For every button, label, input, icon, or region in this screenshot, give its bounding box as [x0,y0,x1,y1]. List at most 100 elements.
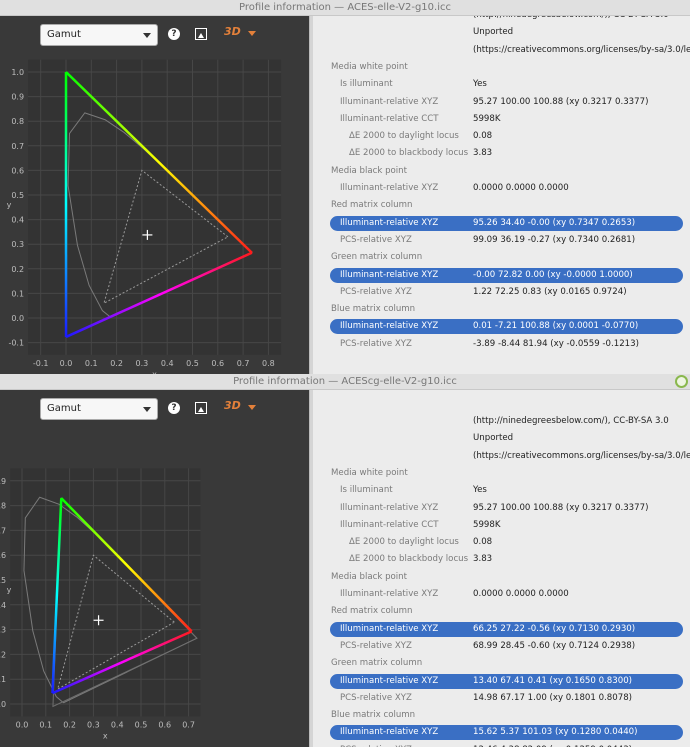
info-row[interactable]: Illuminant-relative XYZ -0.00 72.82 0.00 … [313,267,690,284]
info-value: 0.0000 0.0000 0.0000 [473,183,569,193]
info-key: Blue matrix column [331,304,416,315]
info-row[interactable]: Blue matrix column [313,707,690,724]
window-title: Profile information — ACES-elle-V2-g10.i… [239,2,451,13]
x-tick-label: 0.0 [60,359,73,368]
x-tick-label: 0.6 [211,359,224,368]
info-row[interactable]: Illuminant-relative XYZ 95.27 100.00 100.… [313,94,690,111]
info-row[interactable]: (http://ninedegreesbelow.com/), CC-BY-SA… [313,413,690,430]
info-value: 0.08 [473,537,493,548]
y-tick-label: 0.7 [0,526,6,535]
info-row[interactable]: PCS-relative XYZ -3.89 -8.44 81.94 (xy -0… [313,336,690,353]
info-row[interactable]: Illuminant-relative XYZ 66.25 27.22 -0.56… [313,621,690,638]
info-row[interactable]: (https://creativecommons.org/licenses/by… [313,448,690,465]
info-row[interactable]: ΔE 2000 to daylight locus 0.08 [313,128,690,145]
info-value: (https://creativecommons.org/licenses/by… [473,44,690,55]
x-tick-label: 0.2 [110,359,123,368]
info-row[interactable]: Red matrix column [313,603,690,620]
info-key: Illuminant-relative XYZ [340,623,439,634]
x-axis-label: x [103,731,108,740]
y-tick-label: 0.0 [0,700,6,709]
y-tick-label: 0.3 [0,626,6,635]
info-row[interactable]: Illuminant-relative XYZ 13.40 67.41 0.41 … [313,673,690,690]
info-row[interactable]: Illuminant-relative XYZ 0.01 -7.21 100.88… [313,318,690,335]
info-key: Illuminant-relative XYZ [340,675,439,686]
info-value: 0.0000 0.0000 0.0000 [473,589,569,599]
gamut-panel: Gamut? 3D -0.1 0.0 0.1 0.2 0.3 0.4 0.5 0.6 0.7 0.8 1… [0,16,309,374]
info-value: 95.27 100.00 100.88 (xy 0.3217 0.3377) [473,502,649,513]
x-tick-label: 0.6 [158,720,171,729]
info-key: Blue matrix column [331,710,416,721]
y-tick-label: 0.3 [11,240,24,249]
x-tick-label: -0.1 [33,359,49,368]
info-value: Unported [473,433,514,444]
y-tick-label: 0.2 [11,265,24,274]
info-row[interactable]: ΔE 2000 to blackbody locus 3.83 [313,551,690,568]
info-row[interactable]: PCS-relative XYZ 99.09 36.19 -0.27 (xy 0.… [313,232,690,249]
info-key: Red matrix column [331,606,413,617]
info-row[interactable]: PCS-relative XYZ 12.46 4.38 82.09 (xy 0.1… [313,742,690,747]
window-control-icon[interactable] [675,375,688,388]
info-row[interactable]: Illuminant-relative CCT 5998K [313,517,690,534]
info-value: (https://creativecommons.org/licenses/by… [473,450,690,461]
info-key: Media black point [331,165,408,176]
window-titlebar[interactable]: Profile information — ACES-elle-V2-g10.i… [0,0,690,16]
info-value: 1.22 72.25 0.83 (xy 0.0165 0.9724) [473,286,627,297]
info-row[interactable]: Illuminant-relative XYZ 15.62 5.37 101.03… [313,724,690,741]
y-tick-label: 0.8 [0,502,6,511]
info-row[interactable]: Blue matrix column [313,301,690,318]
info-key: PCS-relative XYZ [340,742,412,747]
info-value: -0.00 72.82 0.00 (xy -0.0000 1.0000) [473,269,633,280]
info-row[interactable]: Illuminant-relative XYZ 95.26 34.40 -0.00… [313,215,690,232]
y-tick-label: 0.2 [0,650,6,659]
info-row[interactable]: Illuminant-relative XYZ 0.0000 0.0000 0.0… [313,180,690,197]
info-key: Illuminant-relative XYZ [340,502,439,513]
info-key: Is illuminant [340,485,393,496]
info-row[interactable]: Media black point [313,163,690,180]
info-row[interactable]: PCS-relative XYZ 1.22 72.25 0.83 (xy 0.01… [313,284,690,301]
profile-info-panel[interactable]: (http://ninedegreesbelow.com/), CC-BY-SA… [313,390,690,747]
info-row[interactable]: Is illuminant Yes [313,482,690,499]
profile-window-2: Profile information — ACEScg-elle-V2-g10… [0,374,690,747]
info-value: (http://ninedegreesbelow.com/), CC-BY-SA… [473,16,669,24]
info-row[interactable]: PCS-relative XYZ 68.99 28.45 -0.60 (xy 0.… [313,638,690,655]
profile-info-panel[interactable]: (http://ninedegreesbelow.com/), CC-BY-SA… [313,16,690,374]
window-titlebar[interactable]: Profile information — ACEScg-elle-V2-g10… [0,374,690,390]
info-key: Illuminant-relative CCT [340,113,439,124]
info-row[interactable]: ΔE 2000 to blackbody locus 3.83 [313,145,690,162]
info-row[interactable]: Media black point [313,569,690,586]
x-tick-label: 0.0 [16,720,29,729]
info-value: Unported [473,27,514,38]
info-row[interactable]: (https://creativecommons.org/licenses/by… [313,42,690,59]
x-tick-label: 0.1 [85,359,98,368]
info-row[interactable]: Illuminant-relative XYZ 0.0000 0.0000 0.0… [313,586,690,603]
info-value: -3.89 -8.44 81.94 (xy -0.0559 -0.1213) [473,338,639,349]
info-value: 12.46 4.38 82.09 (xy 0.1259 0.0443) [473,742,632,747]
info-row[interactable]: Green matrix column [313,249,690,266]
info-key: PCS-relative XYZ [340,338,412,349]
window-title: Profile information — ACEScg-elle-V2-g10… [233,376,457,387]
info-row[interactable]: Illuminant-relative XYZ 95.27 100.00 100.… [313,500,690,517]
x-tick-label: 0.7 [237,359,250,368]
info-value: 13.40 67.41 0.41 (xy 0.1650 0.8300) [473,675,633,686]
info-row[interactable]: Green matrix column [313,655,690,672]
y-tick-label: -0.1 [8,339,24,348]
info-row[interactable]: Unported [313,24,690,41]
info-key: Red matrix column [331,200,413,211]
info-value: 66.25 27.22 -0.56 (xy 0.7130 0.2930) [473,623,636,634]
info-row[interactable]: Illuminant-relative CCT 5998K [313,111,690,128]
info-row[interactable]: Media white point [313,465,690,482]
info-key: Illuminant-relative XYZ [340,321,439,332]
info-row[interactable]: Media white point [313,59,690,76]
info-key: Green matrix column [331,252,423,263]
info-row[interactable]: (http://ninedegreesbelow.com/), CC-BY-SA… [313,16,690,24]
info-row[interactable]: Is illuminant Yes [313,76,690,93]
y-tick-label: 0.1 [11,289,24,298]
info-row[interactable]: Red matrix column [313,197,690,214]
gamut-plot: 0.0 0.1 0.2 0.3 0.4 0.5 0.6 0.7 0.9 0.8 0.7 0.6 0.5 0… [0,468,201,740]
info-key: Media white point [331,61,408,72]
info-value: 3.83 [473,148,493,159]
info-row[interactable]: Unported [313,430,690,447]
info-row[interactable]: PCS-relative XYZ 14.98 67.17 1.00 (xy 0.1… [313,690,690,707]
info-row[interactable]: ΔE 2000 to daylight locus 0.08 [313,534,690,551]
info-value: 99.09 36.19 -0.27 (xy 0.7340 0.2681) [473,234,636,245]
